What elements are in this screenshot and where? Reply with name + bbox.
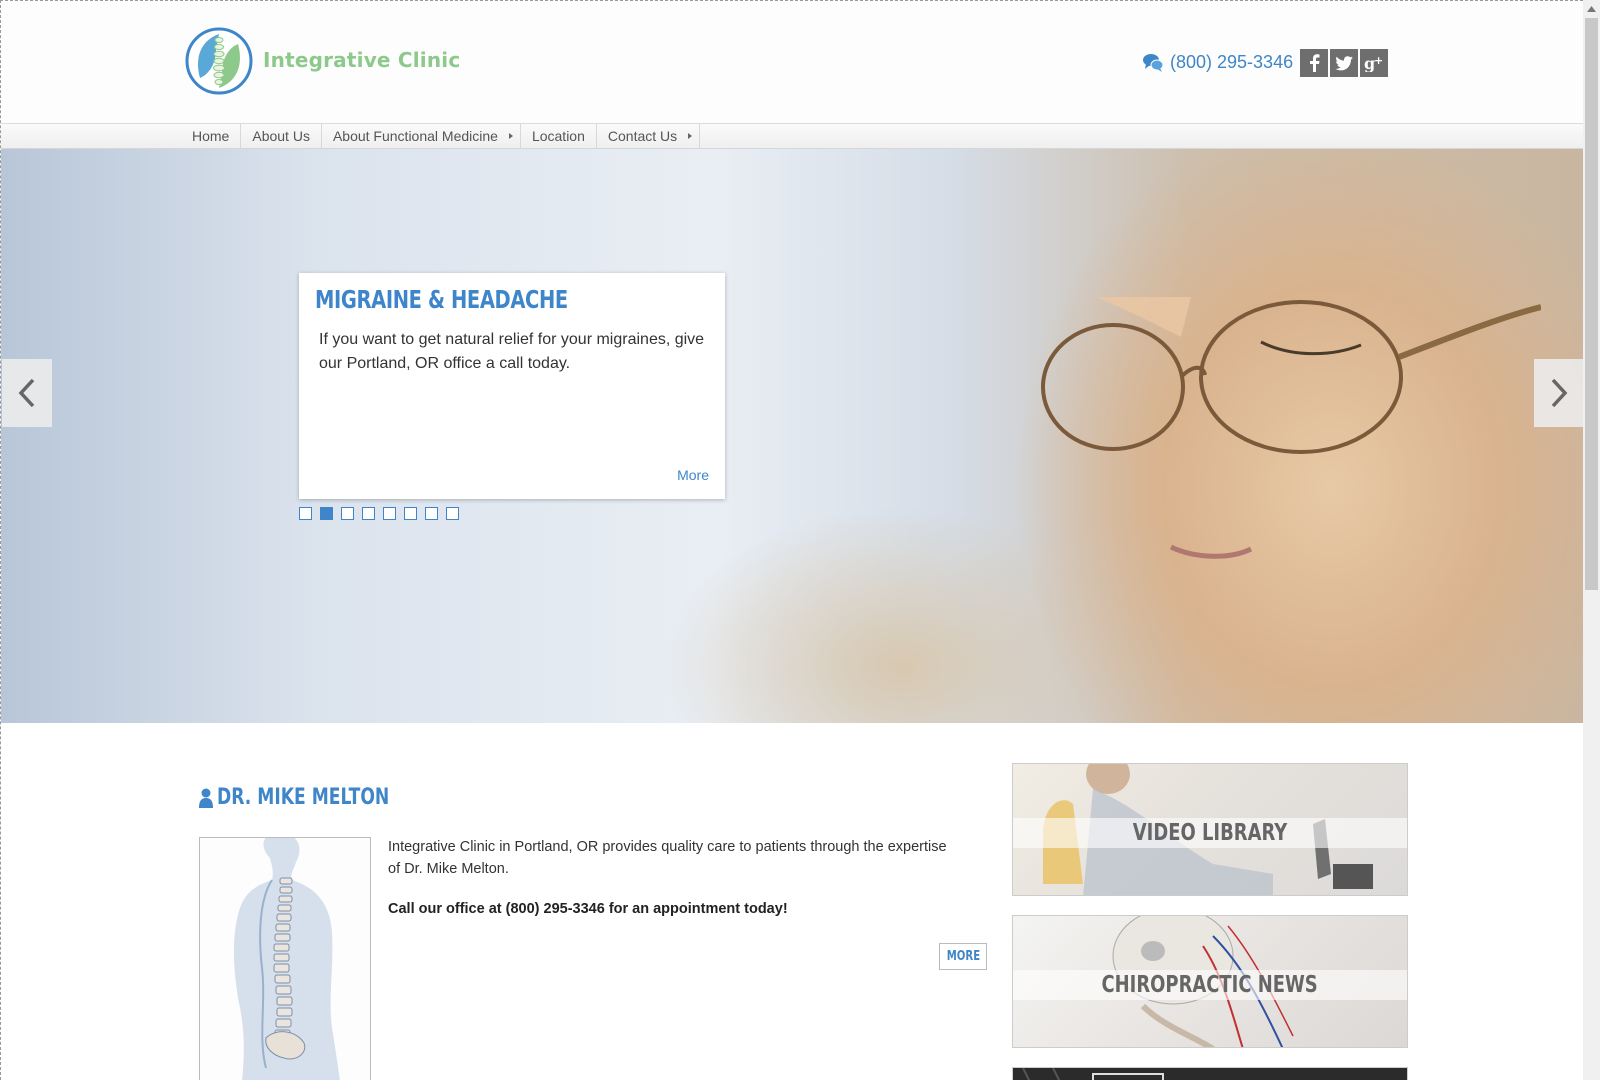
logo-text[interactable]: Integrative Clinic xyxy=(263,48,460,72)
social-links: g + xyxy=(1300,49,1388,77)
scrollbar-thumb[interactable] xyxy=(1585,18,1598,590)
video-library-label: VIDEO LIBRARY xyxy=(1013,818,1407,848)
feature-thumbnail-icon xyxy=(1022,1068,1164,1080)
chevron-left-icon xyxy=(18,378,35,408)
slider-prev-button[interactable] xyxy=(2,359,52,427)
site-header: Integrative Clinic (800) 295-3346 g + xyxy=(1,1,1583,123)
slide-more-link[interactable]: More xyxy=(677,467,709,483)
chat-bubbles-icon xyxy=(1143,54,1164,72)
doctor-intro-text: Integrative Clinic in Portland, OR provi… xyxy=(388,839,947,877)
video-library-box[interactable]: VIDEO LIBRARY xyxy=(1012,763,1408,896)
submenu-arrow-icon xyxy=(508,133,513,139)
page-frame: Integrative Clinic (800) 295-3346 g + Ho… xyxy=(0,0,1583,1080)
scroll-up-arrow-icon[interactable] xyxy=(1583,0,1600,17)
chiropractic-news-label: CHIROPRACTIC NEWS xyxy=(1013,970,1407,1000)
slide-dot-7[interactable] xyxy=(425,507,438,520)
doctor-name[interactable]: DR. MIKE MELTON xyxy=(217,785,389,810)
slide-dot-2[interactable] xyxy=(320,507,333,520)
slider-next-button[interactable] xyxy=(1534,359,1583,427)
woman-with-glasses-illustration xyxy=(1041,297,1541,559)
nav-item-about-us[interactable]: About Us xyxy=(241,124,322,148)
nav-item-contact-us[interactable]: Contact Us xyxy=(597,124,701,148)
google-plus-icon[interactable]: g + xyxy=(1360,49,1388,77)
doctor-more-button[interactable]: MORE xyxy=(939,943,987,970)
svg-text:+: + xyxy=(1374,54,1383,67)
facebook-icon[interactable] xyxy=(1300,49,1328,77)
slide-dot-4[interactable] xyxy=(362,507,375,520)
phone-number[interactable]: (800) 295-3346 xyxy=(1170,52,1293,73)
doctor-spine-image xyxy=(199,837,371,1080)
chevron-right-icon xyxy=(1551,378,1568,408)
slide-dot-6[interactable] xyxy=(404,507,417,520)
doctor-call-text: Call our office at (800) 295-3346 for an… xyxy=(388,901,788,917)
nav-item-location[interactable]: Location xyxy=(521,124,597,148)
nav-item-home[interactable]: Home xyxy=(181,124,242,148)
spine-logo-icon[interactable] xyxy=(184,26,254,96)
slide-dot-8[interactable] xyxy=(446,507,459,520)
chiropractic-news-box[interactable]: CHIROPRACTIC NEWS xyxy=(1012,915,1408,1048)
slide-title[interactable]: MIGRAINE & HEADACHE xyxy=(315,285,622,314)
user-icon xyxy=(199,788,213,808)
submenu-arrow-icon xyxy=(688,133,693,139)
slide-caption: MIGRAINE & HEADACHE If you want to get n… xyxy=(299,273,725,499)
doctor-heading: DR. MIKE MELTON xyxy=(199,785,438,810)
header-phone[interactable]: (800) 295-3346 xyxy=(1142,51,1293,73)
slide-pagination xyxy=(299,507,459,520)
nav-menu: Home About Us About Functional Medicine … xyxy=(181,124,701,148)
twitter-icon[interactable] xyxy=(1330,49,1358,77)
hero-slider: MIGRAINE & HEADACHE If you want to get n… xyxy=(1,147,1583,723)
slide-dot-1[interactable] xyxy=(299,507,312,520)
slide-dot-5[interactable] xyxy=(383,507,396,520)
slide-text: If you want to get natural relief for yo… xyxy=(319,331,705,372)
page-scrollbar[interactable] xyxy=(1583,0,1600,1080)
nav-item-about-functional-medicine[interactable]: About Functional Medicine xyxy=(322,124,521,148)
slide-dot-3[interactable] xyxy=(341,507,354,520)
main-navigation: Home About Us About Functional Medicine … xyxy=(1,123,1583,149)
third-feature-box[interactable] xyxy=(1012,1067,1408,1080)
